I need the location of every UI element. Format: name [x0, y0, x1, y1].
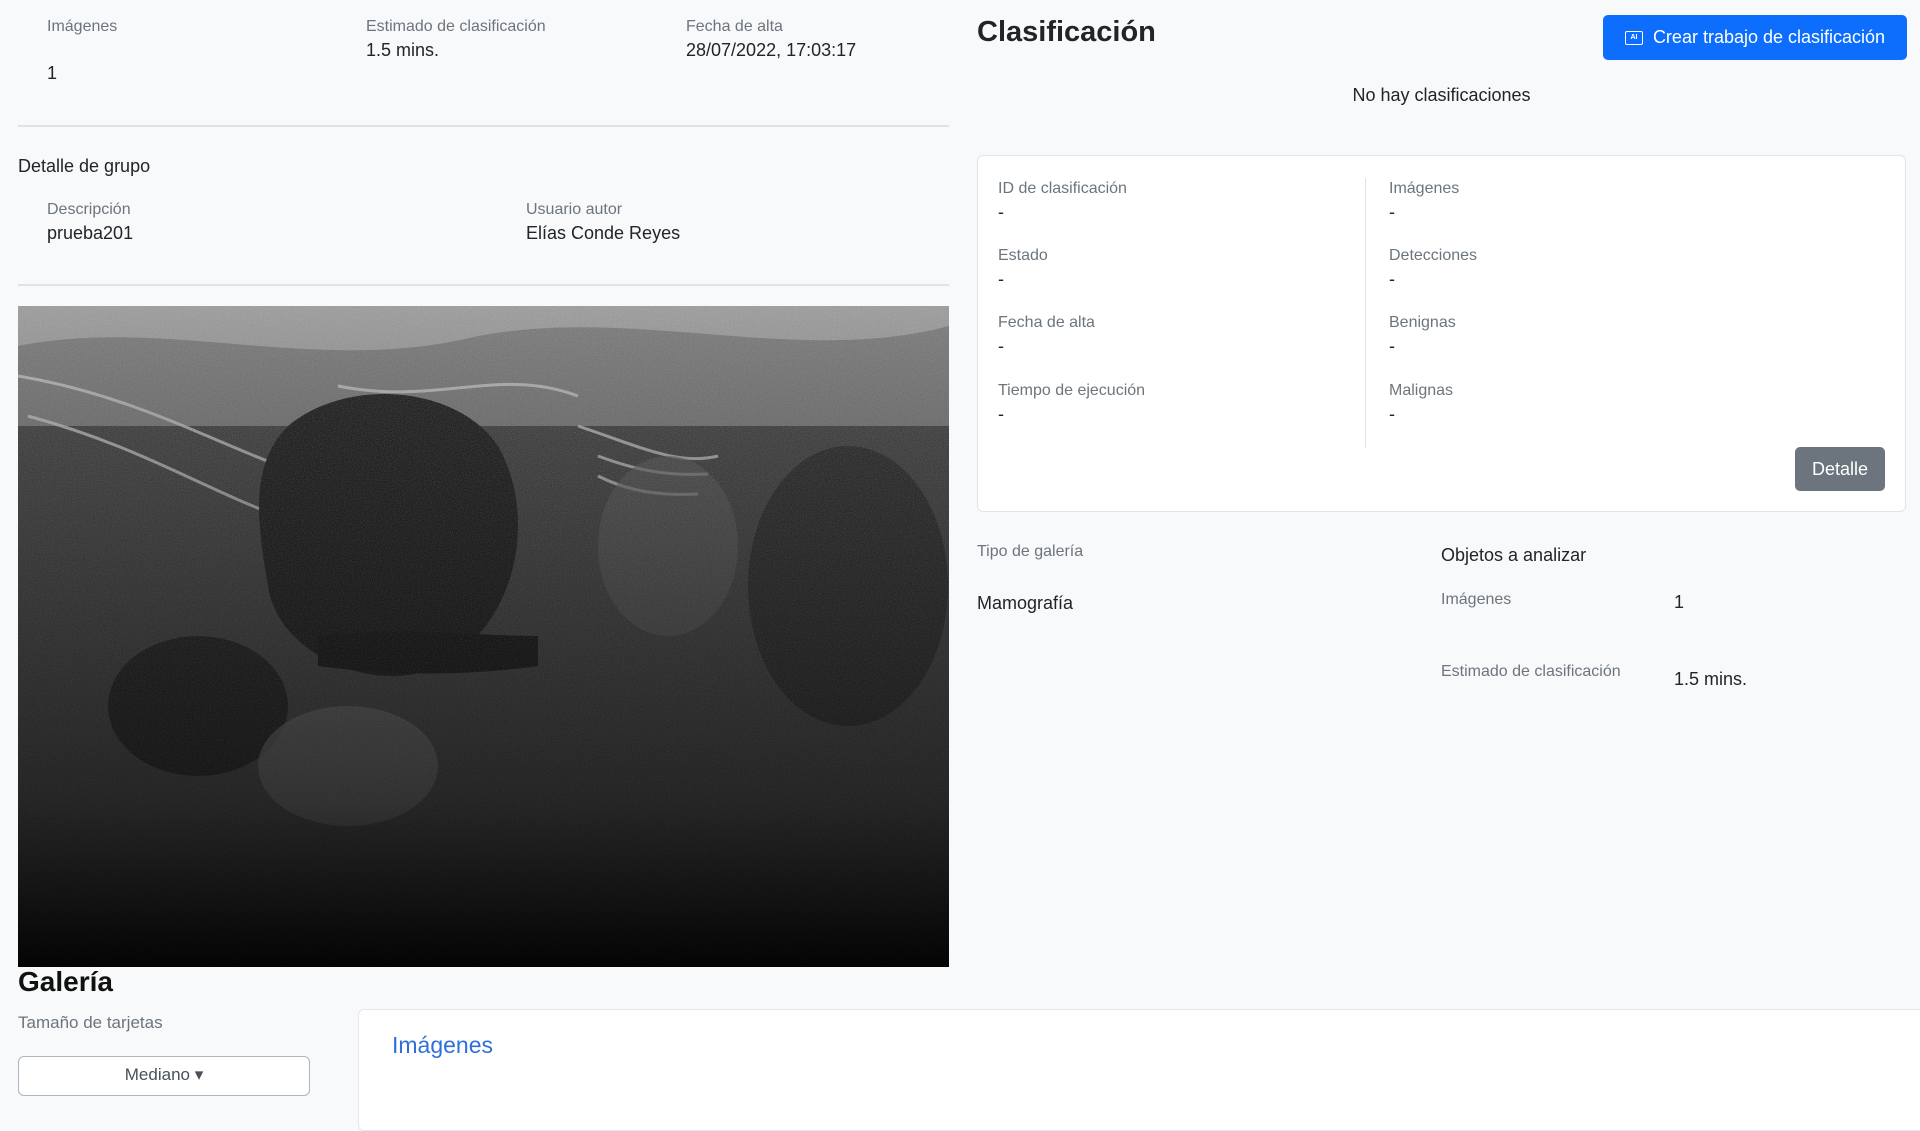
create-classification-button[interactable]: AI Crear trabajo de clasificación — [1603, 15, 1907, 60]
field-classification-id: ID de clasificación - — [998, 180, 1127, 223]
detail-button[interactable]: Detalle — [1795, 447, 1885, 491]
field-label: Malignas — [1389, 382, 1454, 399]
group-author: Usuario autor Elías Conde Reyes — [526, 201, 680, 244]
field-label: Imágenes — [1389, 180, 1460, 197]
field-execution-time: Tiempo de ejecución - — [998, 382, 1145, 425]
classification-card: ID de clasificación - Estado - Fecha de … — [977, 155, 1906, 512]
field-label: Tiempo de ejecución — [998, 382, 1146, 399]
meta-date-value: 28/07/2022, 17:03:17 — [686, 40, 857, 60]
card-divider — [1365, 178, 1366, 448]
no-classifications-message: No hay clasificaciones — [1352, 85, 1531, 105]
meta-date: Fecha de alta 28/07/2022, 17:03:17 — [686, 18, 856, 61]
field-value: - — [998, 269, 1004, 289]
create-classification-label: Crear trabajo de clasificación — [1652, 27, 1886, 47]
objects-title: Objetos a analizar — [1441, 545, 1587, 565]
field-value: - — [998, 404, 1004, 424]
ai-icon: AI — [1624, 30, 1643, 45]
divider — [18, 284, 949, 286]
field-value: - — [998, 202, 1004, 222]
objects-images-label: Imágenes — [1441, 591, 1512, 608]
objects-images-value: 1 — [1674, 592, 1685, 612]
field-images: Imágenes - — [1389, 180, 1459, 223]
meta-images-value: 1 — [47, 63, 58, 83]
author-value: Elías Conde Reyes — [526, 223, 681, 243]
meta-images-label: Imágenes — [47, 18, 118, 35]
images-panel-title[interactable]: Imágenes — [392, 1032, 493, 1059]
field-label: ID de clasificación — [998, 180, 1127, 197]
divider — [18, 125, 949, 127]
gallery-type-label: Tipo de galería — [977, 543, 1084, 560]
field-value: - — [1389, 269, 1395, 289]
field-benign: Benignas - — [1389, 314, 1456, 357]
card-size-select[interactable]: Mediano ▾ — [18, 1056, 310, 1096]
field-label: Detecciones — [1389, 247, 1478, 264]
group-description: Descripción prueba201 — [47, 201, 133, 244]
field-detections: Detecciones - — [1389, 247, 1477, 290]
meta-images: Imágenes 1 — [47, 18, 118, 83]
field-label: Fecha de alta — [998, 314, 1095, 331]
objects-estimate-label: Estimado de clasificación — [1441, 663, 1621, 680]
meta-date-label: Fecha de alta — [686, 18, 783, 35]
images-panel: Imágenes — [358, 1009, 1920, 1131]
field-label: Benignas — [1389, 314, 1456, 331]
field-value: - — [1389, 404, 1395, 424]
meta-estimate-label: Estimado de clasificación — [366, 18, 546, 35]
field-value: - — [1389, 202, 1395, 222]
field-label: Estado — [998, 247, 1048, 264]
card-size-label: Tamaño de tarjetas — [18, 1013, 163, 1032]
meta-estimate: Estimado de clasificación 1.5 mins. — [366, 18, 546, 61]
field-value: - — [1389, 336, 1395, 356]
gallery-type-value: Mamografía — [977, 593, 1074, 613]
objects-estimate-value: 1.5 mins. — [1674, 669, 1748, 689]
group-detail-title: Detalle de grupo — [18, 156, 151, 176]
field-value: - — [998, 336, 1004, 356]
ultrasound-image[interactable] — [18, 306, 949, 967]
meta-estimate-value: 1.5 mins. — [366, 40, 440, 60]
ultrasound-drawing — [18, 306, 949, 967]
field-state: Estado - — [998, 247, 1048, 290]
classification-title: Clasificación — [977, 16, 1156, 48]
author-label: Usuario autor — [526, 201, 623, 218]
field-date: Fecha de alta - — [998, 314, 1095, 357]
description-label: Descripción — [47, 201, 131, 218]
field-malign: Malignas - — [1389, 382, 1453, 425]
description-value: prueba201 — [47, 223, 134, 243]
gallery-title: Galería — [18, 966, 113, 997]
